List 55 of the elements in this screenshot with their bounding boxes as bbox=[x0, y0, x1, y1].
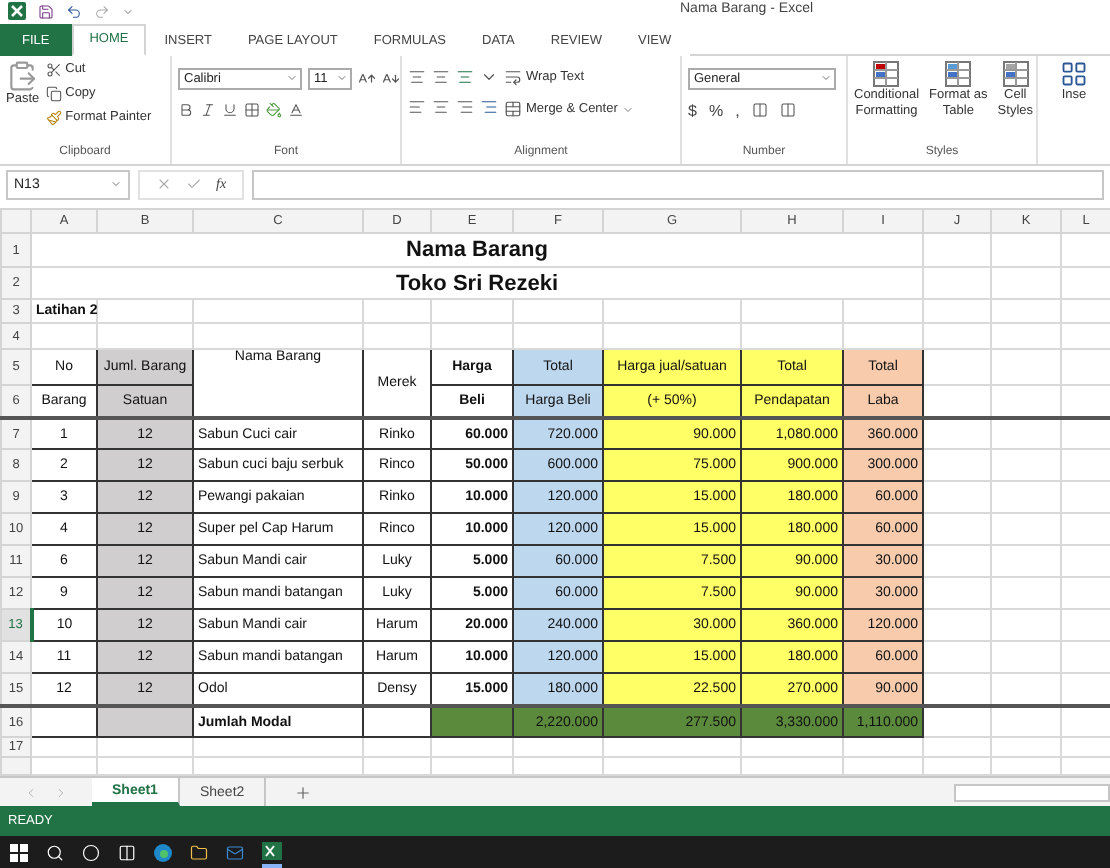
excel-app-icon[interactable] bbox=[262, 841, 282, 859]
check-icon bbox=[186, 176, 202, 193]
folder-icon bbox=[190, 843, 208, 861]
caret-icon bbox=[110, 178, 122, 191]
mail-icon bbox=[226, 843, 244, 861]
number-format-button[interactable]: $ bbox=[688, 101, 697, 120]
table-icon bbox=[944, 59, 973, 88]
customize-caret-icon bbox=[122, 5, 134, 18]
underline-icon bbox=[222, 101, 238, 118]
conditional-formatting-icon bbox=[872, 59, 901, 88]
cell-styles-icon bbox=[1001, 59, 1030, 88]
scissors-icon bbox=[45, 61, 62, 78]
horizontal-scrollbar[interactable] bbox=[954, 783, 1110, 802]
cancel-icon bbox=[156, 176, 172, 193]
align-bottom-icon bbox=[456, 67, 474, 86]
caret-icon bbox=[336, 72, 348, 85]
fill-color-icon bbox=[266, 101, 282, 118]
formula-input[interactable] bbox=[252, 169, 1104, 200]
number-format-button[interactable]: % bbox=[708, 101, 724, 120]
insert-cells-icon bbox=[1060, 59, 1088, 88]
align-center-icon bbox=[432, 97, 450, 116]
circle-icon bbox=[82, 843, 100, 861]
align-left-icon bbox=[408, 97, 426, 116]
borders-icon bbox=[244, 101, 260, 118]
brush-icon bbox=[45, 109, 62, 126]
align-middle-icon bbox=[432, 67, 450, 86]
excel-logo-icon bbox=[8, 2, 26, 21]
italic-icon bbox=[200, 101, 216, 118]
caret-icon bbox=[621, 103, 634, 116]
indent-icon bbox=[480, 97, 498, 116]
windows-start-icon[interactable] bbox=[10, 843, 28, 861]
paste-icon bbox=[6, 59, 39, 92]
undo-icon bbox=[66, 3, 82, 20]
save-icon bbox=[38, 3, 54, 20]
number-format-button[interactable]: , bbox=[735, 101, 740, 120]
sheet-title: Toko Sri Rezeki bbox=[395, 271, 559, 296]
add-sheet-icon bbox=[294, 783, 313, 802]
previous-sheet-icon bbox=[24, 785, 38, 800]
wrap-text-icon bbox=[504, 68, 522, 87]
sheet-title: Nama Barang bbox=[406, 238, 548, 263]
bold-icon bbox=[178, 101, 194, 118]
shrink-font-icon bbox=[382, 69, 400, 88]
align-right-icon bbox=[456, 97, 474, 116]
grow-font-icon bbox=[358, 69, 376, 88]
caret-icon bbox=[286, 72, 298, 85]
align-top-icon bbox=[408, 67, 426, 86]
browser-icon[interactable] bbox=[154, 843, 172, 861]
merge-icon bbox=[504, 100, 522, 119]
caret-icon bbox=[820, 72, 832, 85]
redo-icon bbox=[94, 3, 110, 20]
search-icon bbox=[46, 843, 64, 861]
next-sheet-icon bbox=[54, 785, 68, 800]
font-color-icon bbox=[288, 101, 304, 118]
task-view-icon bbox=[118, 843, 136, 861]
copy-icon bbox=[45, 85, 62, 102]
